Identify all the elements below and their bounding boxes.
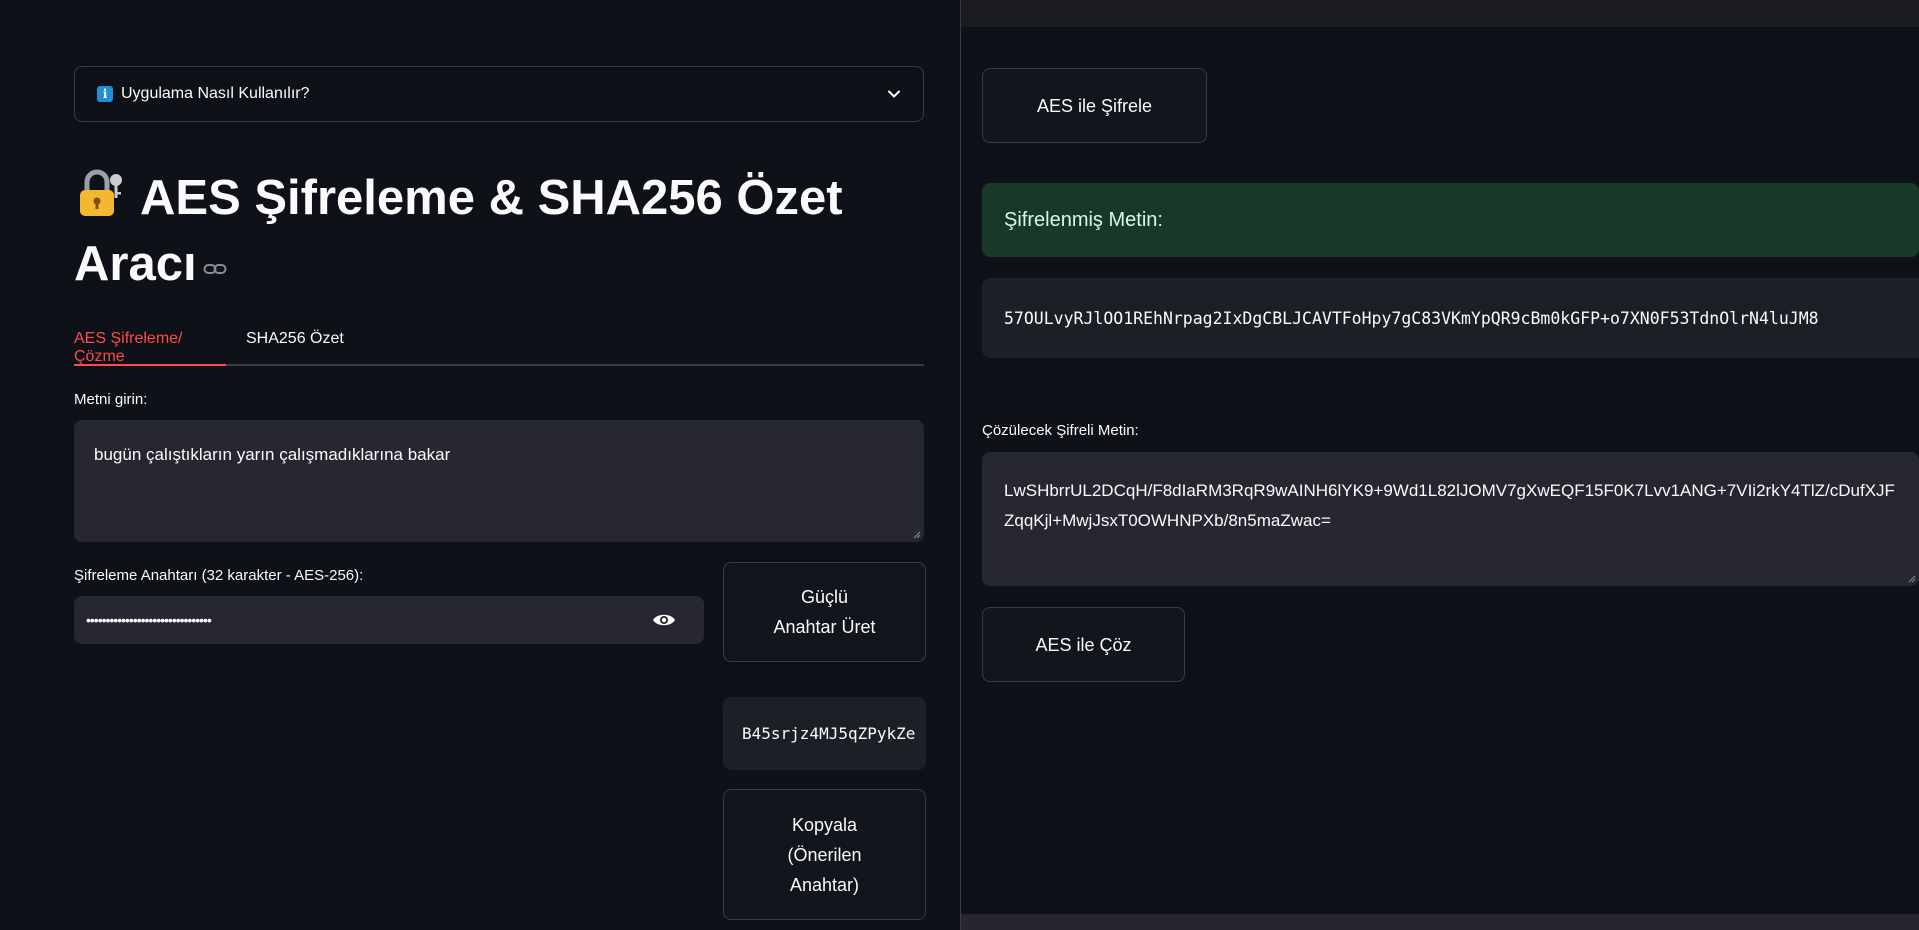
decrypt-input[interactable]: LwSHbrrUL2DCqH/F8dIaRM3RqR9wAINH6lYK9+9W…	[982, 452, 1919, 586]
page-title-text: AES Şifreleme & SHA256 Özet Aracı	[74, 171, 843, 291]
link-icon[interactable]	[203, 262, 227, 276]
top-bar	[961, 0, 1919, 27]
key-password-input[interactable]: ••••••••••••••••••••••••••••••••	[74, 596, 704, 644]
text-input-value: bugün çalıştıkların yarın çalışmadıkları…	[94, 445, 451, 464]
copy-line2: (Önerilen	[787, 844, 862, 865]
decrypt-input-label: Çözülecek Şifreli Metin:	[982, 422, 1139, 439]
text-input-label: Metni girin:	[74, 391, 148, 408]
how-to-use-expander[interactable]: i Uygulama Nasıl Kullanılır?	[74, 66, 924, 122]
tab-bar: AES Şifreleme/Çözme SHA256 Özet	[74, 322, 924, 366]
tab-sha256[interactable]: SHA256 Özet	[246, 330, 344, 366]
copy-key-button[interactable]: Kopyala (Önerilen Anahtar)	[723, 789, 926, 920]
encrypt-button[interactable]: AES ile Şifrele	[982, 68, 1207, 143]
eye-icon[interactable]	[652, 612, 676, 628]
right-pane: AES ile Şifrele Şifrelenmiş Metin: 57OUL…	[961, 0, 1919, 930]
key-label: Şifreleme Anahtarı (32 karakter - AES-25…	[74, 567, 364, 584]
copy-line1: Kopyala	[791, 814, 858, 835]
generate-key-line2: Anahtar Üret	[773, 617, 876, 637]
encrypted-heading: Şifrelenmiş Metin:	[1004, 208, 1163, 231]
decrypt-button[interactable]: AES ile Çöz	[982, 607, 1185, 682]
chevron-down-icon	[888, 90, 900, 98]
copy-line3: Anahtar)	[789, 874, 860, 895]
expander-label: Uygulama Nasıl Kullanılır?	[121, 85, 310, 102]
page-title: AES Şifreleme & SHA256 Özet Aracı	[74, 165, 934, 297]
encrypted-success-alert: Şifrelenmiş Metin:	[982, 183, 1919, 257]
bottom-scrollbar[interactable]	[961, 914, 1919, 930]
info-icon: i	[97, 86, 113, 102]
key-masked-value: ••••••••••••••••••••••••••••••••	[86, 612, 212, 628]
encrypted-code: 57OULvyRJlOO1REhNrpag2IxDgCBLJCAVTFoHpy7…	[982, 278, 1919, 358]
text-input[interactable]: bugün çalıştıkların yarın çalışmadıkları…	[74, 420, 924, 542]
suggested-key-value: B45srjz4MJ5qZPykZe	[742, 724, 916, 743]
lock-with-key-icon	[80, 169, 122, 216]
generate-key-line1: Güçlü	[800, 587, 849, 607]
encrypted-value: 57OULvyRJlOO1REhNrpag2IxDgCBLJCAVTFoHpy7…	[1004, 308, 1819, 328]
generate-key-button[interactable]: Güçlü Anahtar Üret	[723, 562, 926, 662]
suggested-key-code: B45srjz4MJ5qZPykZe	[723, 697, 926, 770]
resize-grip-icon[interactable]	[1906, 573, 1916, 583]
left-pane: i Uygulama Nasıl Kullanılır? AES Şifrele…	[0, 0, 960, 930]
tab-aes[interactable]: AES Şifreleme/Çözme	[74, 330, 226, 366]
decrypt-input-value: LwSHbrrUL2DCqH/F8dIaRM3RqR9wAINH6lYK9+9W…	[1004, 481, 1895, 530]
resize-grip-icon[interactable]	[911, 529, 921, 539]
